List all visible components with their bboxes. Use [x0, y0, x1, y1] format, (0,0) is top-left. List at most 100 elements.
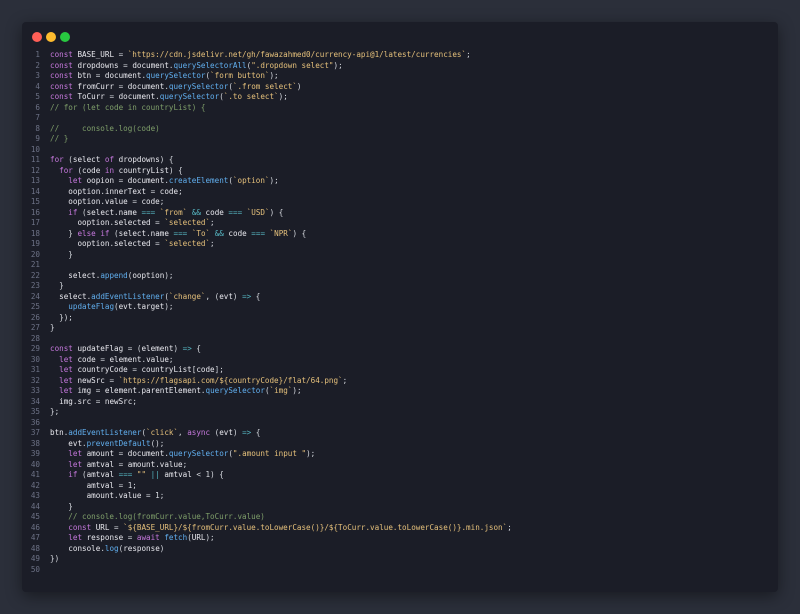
code-line: 50 [22, 565, 778, 576]
code-line: 44 } [22, 502, 778, 513]
line-number: 34 [30, 396, 40, 406]
code-line: 11 for (select of dropdowns) { [22, 155, 778, 166]
code-text: console.log(response) [68, 543, 165, 553]
line-number: 9 [35, 134, 40, 143]
line-number: 24 [30, 291, 40, 301]
code-text: let newSrc = `https://flagsapi.com/${cou… [59, 375, 348, 385]
code-line: 19 ooption.selected = `selected`; [22, 239, 778, 250]
code-text: const fromCurr = document.querySelector(… [50, 81, 302, 91]
line-number: 46 [30, 522, 40, 532]
close-dot-icon[interactable] [32, 32, 42, 42]
line-number: 37 [30, 428, 40, 437]
code-line: 16 if (select.name === `from` && code ==… [22, 208, 778, 219]
code-line: 7 [22, 113, 778, 124]
code-line: 12 for (code in countryList) { [22, 166, 778, 177]
code-editor: 1 const BASE_URL = `https://cdn.jsdelivr.… [22, 50, 778, 575]
code-line: 43 amount.value = 1; [22, 491, 778, 502]
code-text: let amtval = amount.value; [68, 459, 188, 469]
code-text: for (select of dropdowns) { [50, 155, 174, 164]
code-text: } [50, 249, 73, 259]
code-text: let amount = document.querySelector(".am… [68, 449, 316, 458]
line-number: 21 [30, 260, 40, 269]
line-number: 11 [30, 155, 40, 164]
line-number: 17 [30, 218, 40, 227]
line-number: 6 [35, 102, 40, 112]
code-line: 25 updateFlag(evt.target); [22, 302, 778, 313]
line-number: 48 [30, 543, 40, 553]
code-line: 23 } [22, 281, 778, 292]
line-number: 5 [35, 92, 40, 101]
code-text: ooption.innerText = code; [68, 186, 183, 196]
line-number: 47 [30, 533, 40, 542]
code-line: 4 const fromCurr = document.querySelector… [22, 82, 778, 93]
code-line: 27} [22, 323, 778, 334]
line-number: 32 [30, 375, 40, 385]
code-line: 18 } else if (select.name === `To` && co… [22, 229, 778, 240]
code-text: ooption.value = code; [68, 197, 165, 206]
code-text: // console.log(code) [50, 123, 160, 133]
code-line: 32 let newSrc = `https://flagsapi.com/${… [22, 376, 778, 387]
code-text: } [50, 323, 55, 332]
code-line: 41 if (amtval === "" || amtval < 1) { [22, 470, 778, 481]
code-text: // } [50, 134, 69, 143]
code-line: 6 // for (let code in countryList) { [22, 103, 778, 114]
code-line: 39 let amount = document.querySelector("… [22, 449, 778, 460]
line-number: 8 [35, 123, 40, 133]
line-number: 7 [35, 113, 40, 122]
code-text: ooption.selected = `selected`; [77, 239, 215, 248]
line-number: 49 [30, 554, 40, 563]
line-number: 14 [30, 186, 40, 196]
code-text: amtval = 1; [86, 480, 137, 490]
code-text: ooption.selected = `selected`; [77, 218, 215, 227]
code-text: evt.preventDefault(); [68, 438, 165, 448]
code-window: 1 const BASE_URL = `https://cdn.jsdelivr.… [22, 22, 778, 592]
code-text: const ToCurr = document.querySelector(`.… [50, 92, 288, 101]
code-line: 13 let oopion = document.createElement(`… [22, 176, 778, 187]
line-number: 18 [30, 228, 40, 238]
code-text: if (amtval === "" || amtval < 1) { [68, 470, 224, 479]
code-line: 46 const URL = `${BASE_URL}/${fromCurr.v… [22, 523, 778, 534]
code-text: const BASE_URL = `https://cdn.jsdelivr.n… [50, 50, 471, 59]
code-line: 45 // console.log(fromCurr.value,ToCurr.… [22, 512, 778, 523]
line-number: 20 [30, 249, 40, 259]
maximize-dot-icon[interactable] [60, 32, 70, 42]
line-number: 1 [35, 50, 40, 59]
code-line: 17 ooption.selected = `selected`; [22, 218, 778, 229]
code-text: img.src = newSrc; [59, 396, 137, 406]
code-text: } [50, 501, 73, 511]
code-text: const URL = `${BASE_URL}/${fromCurr.valu… [68, 522, 512, 532]
code-text: select.append(ooption); [68, 270, 174, 280]
code-line: 22 select.append(ooption); [22, 271, 778, 282]
code-line: 21 [22, 260, 778, 271]
line-number: 15 [30, 197, 40, 206]
code-line: 15 ooption.value = code; [22, 197, 778, 208]
line-number: 38 [30, 438, 40, 448]
code-line: 47 let response = await fetch(URL); [22, 533, 778, 544]
code-text: let countryCode = countryList[code]; [59, 365, 224, 374]
code-line: 30 let code = element.value; [22, 355, 778, 366]
line-number: 22 [30, 270, 40, 280]
line-number: 43 [30, 491, 40, 500]
code-line: 2 const dropdowns = document.querySelecto… [22, 61, 778, 72]
minimize-dot-icon[interactable] [46, 32, 56, 42]
line-number: 50 [30, 564, 40, 574]
line-number: 12 [30, 165, 40, 175]
code-line: 8 // console.log(code) [22, 124, 778, 135]
line-number: 2 [35, 60, 40, 70]
code-text: if (select.name === `from` && code === `… [68, 207, 284, 217]
line-number: 40 [30, 459, 40, 469]
code-line: 42 amtval = 1; [22, 481, 778, 492]
line-number: 26 [30, 312, 40, 322]
code-line: 10 [22, 145, 778, 156]
code-line: 31 let countryCode = countryList[code]; [22, 365, 778, 376]
line-number: 39 [30, 449, 40, 458]
line-number: 28 [30, 333, 40, 343]
code-line: 35}; [22, 407, 778, 418]
line-number: 13 [30, 176, 40, 185]
code-text: updateFlag(evt.target); [68, 302, 174, 311]
code-line: 26 }); [22, 313, 778, 324]
code-line: 24 select.addEventListener(`change`, (ev… [22, 292, 778, 303]
code-text: } else if (select.name === `To` && code … [50, 228, 307, 238]
code-text: let code = element.value; [59, 354, 174, 364]
code-text: // console.log(fromCurr.value,ToCurr.val… [50, 512, 265, 521]
